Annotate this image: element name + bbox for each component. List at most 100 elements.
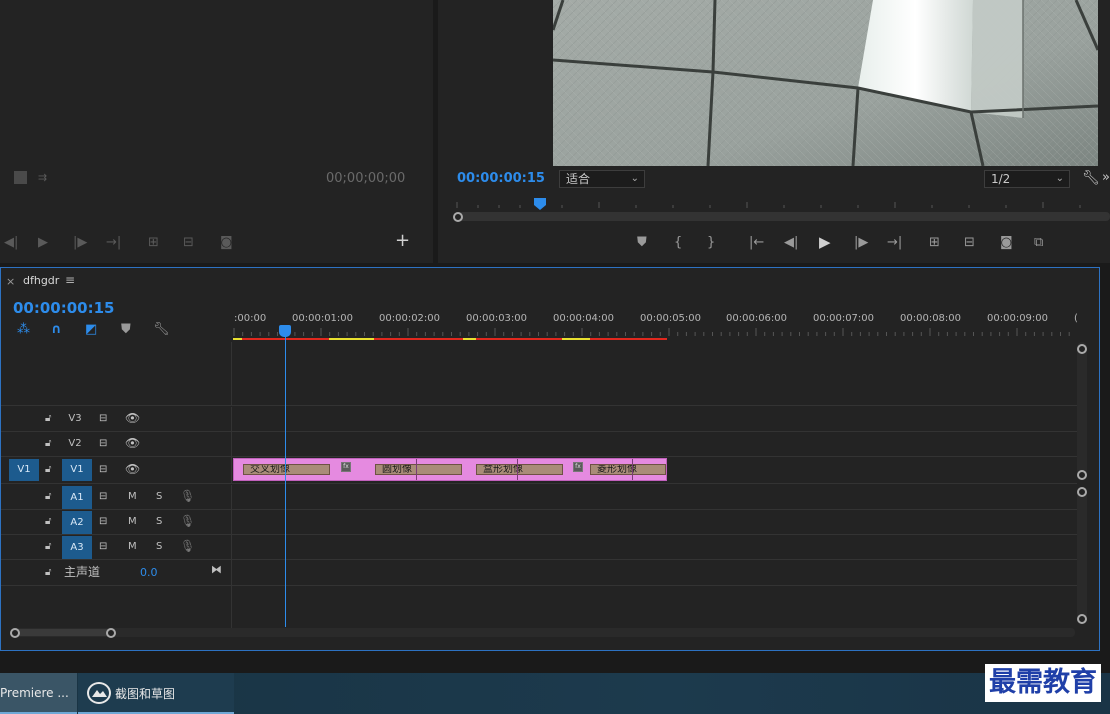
lock-icon[interactable]: 🔓︎ (45, 566, 51, 580)
clip-edit-point[interactable] (416, 459, 417, 480)
sequence-tab-label[interactable]: dfhgdr (23, 274, 59, 287)
zoom-handle-left[interactable] (10, 628, 20, 638)
track-v1[interactable]: V1 🔓︎ V1 ⊟ 👁︎ 交叉划像 fx 圆划像 盒形划像 fx 菱形划像 (1, 457, 1077, 484)
go-to-master-icon[interactable]: ⧓ (211, 563, 222, 577)
snap-magnet-icon[interactable]: ∩ (51, 322, 62, 338)
track-label[interactable]: V3 (65, 412, 85, 426)
program-scroll-track[interactable] (458, 212, 1110, 221)
source-patch-v1[interactable]: V1 (9, 459, 39, 481)
panel-menu-icon[interactable]: ≡ (65, 273, 75, 287)
step-forward-icon[interactable]: |▶ (854, 235, 868, 251)
lock-icon[interactable]: 🔓︎ (45, 490, 51, 504)
sync-lock-icon[interactable]: ⊟ (99, 463, 107, 477)
sync-lock-icon[interactable]: ⊟ (99, 515, 107, 529)
track-label[interactable]: A2 (62, 511, 92, 534)
track-v2[interactable]: 🔓︎ V2 ⊟ 👁︎ (1, 432, 1077, 457)
fit-select[interactable]: 适合 ⌄ (559, 170, 645, 188)
microphone-icon[interactable]: 🎙︎ (180, 514, 195, 528)
video-clip-strip[interactable]: 交叉划像 fx 圆划像 盒形划像 fx 菱形划像 (233, 458, 667, 481)
lock-icon[interactable]: 🔓︎ (45, 437, 51, 451)
source-step-back-icon[interactable]: ◀| (4, 235, 18, 251)
add-marker-timeline-icon[interactable]: ⛊ (121, 322, 131, 338)
clip-edit-point[interactable] (517, 459, 518, 480)
sync-lock-icon[interactable]: ⊟ (99, 437, 107, 451)
go-to-in-icon[interactable]: |← (749, 235, 764, 251)
scroll-handle[interactable] (1077, 344, 1087, 354)
add-marker-icon[interactable]: ⛊ (637, 235, 647, 251)
source-goto-out-icon[interactable]: →| (106, 235, 121, 251)
mute-button[interactable]: M (128, 515, 137, 529)
audio-vertical-scrollbar[interactable] (1077, 488, 1087, 624)
timeline-settings-wrench-icon[interactable]: 🔧︎ (153, 322, 170, 338)
playhead-line[interactable] (285, 336, 286, 627)
track-master[interactable]: 🔓︎ 主声道 0.0 ⧓ (1, 560, 1077, 586)
source-insert-icon[interactable]: ⊞ (148, 235, 159, 251)
lock-icon[interactable]: 🔓︎ (45, 412, 51, 426)
track-label[interactable]: A1 (62, 486, 92, 509)
linked-selection-icon[interactable]: ◩ (85, 322, 97, 338)
track-a3[interactable]: 🔓︎ A3 ⊟ M S 🎙︎ (1, 535, 1077, 560)
scroll-handle[interactable] (1077, 470, 1087, 480)
solo-button[interactable]: S (156, 515, 162, 529)
comparison-view-icon[interactable]: ⧉ (1034, 235, 1043, 251)
video-vertical-scrollbar[interactable] (1077, 342, 1087, 478)
nest-sequence-icon[interactable]: ⁂ (17, 322, 30, 338)
mute-button[interactable]: M (128, 540, 137, 554)
more-controls-icon[interactable]: » (1102, 170, 1110, 186)
wrench-icon[interactable]: 🔧︎ (1082, 170, 1100, 186)
clip-edit-point[interactable] (632, 459, 633, 480)
close-sequence-icon[interactable]: × (6, 275, 15, 288)
source-play-icon[interactable]: ▶ (38, 235, 48, 251)
lift-icon[interactable]: ⊞ (929, 235, 940, 251)
track-v3[interactable]: 🔓︎ V3 ⊟ 👁︎ (1, 407, 1077, 432)
program-timecode[interactable]: 00:00:00:15 (457, 171, 545, 187)
export-frame-camera-icon[interactable]: ◙ (1000, 235, 1013, 251)
taskbar-item-premiere[interactable]: Premiere ... (0, 673, 77, 714)
source-timecode[interactable]: 00;00;00;00 (326, 171, 405, 187)
go-to-out-icon[interactable]: →| (887, 235, 902, 251)
scroll-handle[interactable] (1077, 614, 1087, 624)
play-icon[interactable]: ▶ (819, 234, 831, 250)
track-a1[interactable]: 🔓︎ A1 ⊟ M S 🎙︎ (1, 485, 1077, 510)
extract-icon[interactable]: ⊟ (964, 235, 975, 251)
program-scroll-handle[interactable] (453, 212, 463, 222)
source-camera-icon[interactable]: ◙ (220, 235, 233, 251)
track-label[interactable]: V1 (62, 459, 92, 481)
mute-button[interactable]: M (128, 490, 137, 504)
track-label[interactable]: V2 (65, 437, 85, 451)
microphone-icon[interactable]: 🎙︎ (180, 539, 195, 553)
timeline-timecode[interactable]: 00:00:00:15 (13, 299, 115, 317)
transition-clip[interactable]: 圆划像 (375, 464, 462, 475)
step-back-icon[interactable]: ◀| (784, 235, 798, 251)
microphone-icon[interactable]: 🎙︎ (180, 489, 195, 503)
lock-icon[interactable]: 🔓︎ (45, 515, 51, 529)
lock-icon[interactable]: 🔓︎ (45, 540, 51, 554)
source-overwrite-icon[interactable]: ⊟ (183, 235, 194, 251)
resolution-select[interactable]: 1/2 ⌄ (984, 170, 1070, 188)
mark-out-icon[interactable]: } (707, 235, 715, 251)
transition-clip[interactable]: 交叉划像 (243, 464, 330, 475)
zoom-handle-right[interactable] (106, 628, 116, 638)
source-step-forward-icon[interactable]: |▶ (73, 235, 87, 251)
source-drag-audio-icon[interactable]: ⇉ (38, 170, 47, 186)
transition-clip[interactable]: 菱形划像 (590, 464, 666, 475)
track-a2[interactable]: 🔓︎ A2 ⊟ M S 🎙︎ (1, 510, 1077, 535)
zoom-scroll-thumb[interactable] (13, 629, 111, 636)
eye-icon[interactable]: 👁︎ (125, 411, 140, 425)
source-add-button-icon[interactable]: + (395, 232, 410, 250)
time-ruler[interactable]: :00:00 00:00:01:00 00:00:02:00 00:00:03:… (232, 298, 1078, 342)
lock-icon[interactable]: 🔓︎ (45, 463, 51, 477)
source-settings-icon[interactable] (14, 171, 27, 184)
taskbar-item-snip[interactable]: 截图和草图 (78, 673, 234, 714)
scroll-handle[interactable] (1077, 487, 1087, 497)
timeline-horizontal-scrollbar[interactable] (11, 628, 1075, 637)
track-label[interactable]: A3 (62, 536, 92, 559)
solo-button[interactable]: S (156, 540, 162, 554)
sync-lock-icon[interactable]: ⊟ (99, 412, 107, 426)
sync-lock-icon[interactable]: ⊟ (99, 540, 107, 554)
mark-in-icon[interactable]: { (674, 235, 682, 251)
eye-icon[interactable]: 👁︎ (125, 462, 140, 476)
transition-clip[interactable]: 盒形划像 (476, 464, 563, 475)
sync-lock-icon[interactable]: ⊟ (99, 490, 107, 504)
master-volume-value[interactable]: 0.0 (140, 566, 158, 580)
